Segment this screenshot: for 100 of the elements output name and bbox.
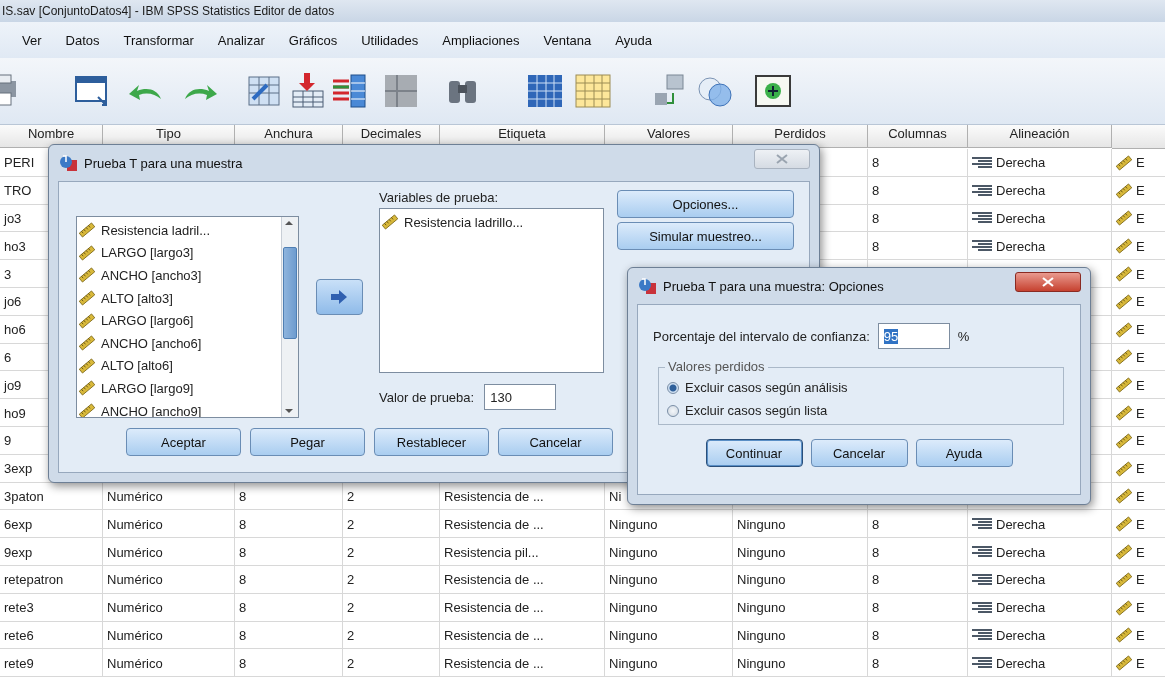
move-button[interactable] [315,279,363,315]
table-cell: rete6 [4,627,34,643]
option-button[interactable]: Opciones... [617,190,794,218]
group-legend: Valores perdidos [665,359,768,374]
menu-item[interactable]: Ver [22,32,42,48]
table-cell: E [1136,572,1145,588]
menu-item[interactable]: Ayuda [615,32,652,48]
column-header[interactable]: Nombre [0,125,103,148]
table-cell: Ninguno [609,655,658,671]
table-cell: E [1136,655,1145,671]
menu-item[interactable]: Transformar [123,32,194,48]
table-cell: Numérico [107,600,163,616]
menu-item[interactable]: Gráficos [288,32,338,48]
table-cell: E [1136,238,1145,254]
dialog-button[interactable]: Ayuda [915,439,1013,467]
table-cell: Ninguno [609,572,658,588]
variable-item[interactable]: Resistencia ladril... [79,219,279,242]
window-title: IS.sav [ConjuntoDatos4] - IBM SPSS Statistics Editor de datos [2,4,335,18]
table-cell: Resistencia de ... [444,627,544,643]
table-cell: 8 [239,655,247,671]
table-cell: E [1136,433,1145,449]
table-cell: Ni [609,488,622,504]
table-cell: Numérico [107,488,163,504]
table-cell: TRO [4,183,32,199]
table-cell: 3exp [4,461,33,477]
table-cell: Numérico [107,516,163,532]
variable-item[interactable]: LARGO [largo6] [79,309,279,332]
table-cell: E [1136,461,1145,477]
menu-item[interactable]: Ampliaciones [442,32,520,48]
table-cell: Ninguno [737,600,786,616]
table-cell: Resistencia pil... [444,544,539,560]
table-cell: E [1136,544,1145,560]
menu-item[interactable]: Datos [65,32,100,48]
dialog-button[interactable]: Pegar [250,428,365,456]
table-cell: 6 [4,349,12,365]
variable-item[interactable]: ANCHO [ancho6] [79,331,279,355]
align-right-icon [972,156,992,169]
table-cell: E [1136,405,1145,421]
table-cell: Ninguno [737,627,786,643]
dialog-title: Prueba T para una muestra [84,155,244,171]
variable-item[interactable]: Resistencia ladrillo... [382,211,601,234]
variable-item[interactable]: ALTO [alto3] [79,286,279,310]
table-cell: Numérico [107,572,163,588]
align-right-icon [972,184,992,197]
table-cell: E [1136,211,1145,226]
table-cell: 2 [347,655,355,671]
scrollbar[interactable] [281,217,298,417]
dialog-button[interactable]: Cancelar [498,428,613,456]
close-button[interactable] [1015,272,1081,292]
table-cell: Derecha [996,183,1046,199]
column-header[interactable]: Columnas [868,125,968,148]
table-cell: Ninguno [737,544,786,560]
table-cell: Numérico [107,544,163,560]
option-button[interactable]: Simular muestreo... [617,222,794,250]
confidence-field[interactable]: 95 [877,323,950,349]
variable-item[interactable]: ANCHO [ancho3] [79,264,279,287]
table-cell: 8 [872,183,880,199]
dialog-button[interactable]: Aceptar [126,428,241,456]
radio-option[interactable]: Excluir casos según análisis [667,380,1055,395]
variable-item[interactable]: LARGO [largo9] [79,377,279,400]
table-cell: Ninguno [737,516,786,532]
table-cell: Resistencia de ... [444,655,544,671]
table-cell: 8 [239,488,247,504]
table-cell: Ninguno [737,655,786,671]
arrow-right-icon [330,290,348,304]
column-header[interactable]: Alineación [968,125,1112,148]
table-cell: 6exp [4,516,33,532]
variable-item[interactable]: LARGO [largo3] [79,241,279,265]
table-cell: E [1136,600,1145,616]
table-cell: ho6 [4,322,26,338]
table-cell: Resistencia de ... [444,516,544,532]
table-cell: 8 [239,544,247,560]
table-cell: E [1136,516,1145,532]
table-cell: 2 [347,627,355,643]
table-cell: Resistencia de ... [444,572,544,588]
align-right-icon [972,240,992,253]
table-cell: jo9 [4,377,22,393]
variable-item[interactable]: ALTO [alto6] [79,354,279,378]
label-grid-icon [573,71,613,111]
table-cell: Derecha [996,572,1046,588]
test-value-field[interactable]: 130 [484,384,557,410]
menu-item[interactable]: Ventana [543,32,592,48]
table-cell: E [1136,266,1145,282]
menu-item[interactable]: Utilidades [361,32,419,48]
table-cell: 8 [872,211,880,226]
table-cell: PERI [4,155,35,171]
table-cell: 9exp [4,544,33,560]
table-cell: 8 [872,600,880,616]
dialog-button[interactable]: Continuar [705,439,803,467]
table-cell: Derecha [996,516,1046,532]
dialog-button[interactable]: Restablecer [374,428,489,456]
table-cell: 8 [872,655,880,671]
table-cell: 8 [239,572,247,588]
radio-option[interactable]: Excluir casos según lista [667,403,1055,418]
table-cell: Numérico [107,655,163,671]
menu-item[interactable]: Analizar [217,32,265,48]
table-cell: E [1136,488,1145,504]
dialog-button[interactable]: Cancelar [810,439,908,467]
table-cell: 8 [239,600,247,616]
test-variable-list[interactable]: Resistencia ladrillo... [379,208,604,373]
